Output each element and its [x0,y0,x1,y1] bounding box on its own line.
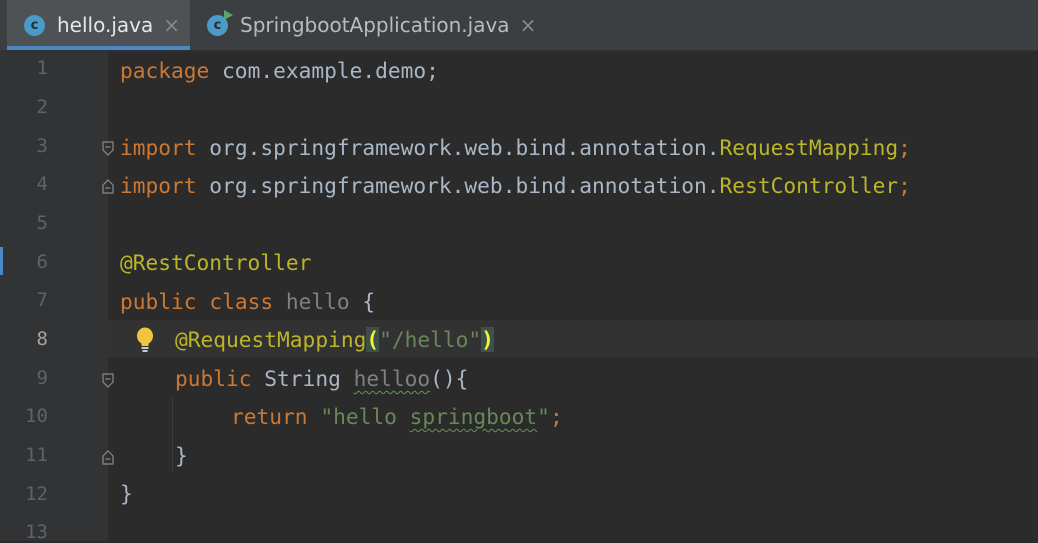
line-number: 13 [25,521,48,543]
line-number: 11 [25,444,48,466]
tab-hello-java[interactable]: c hello.java × [7,0,190,50]
line-number: 6 [36,251,48,273]
paren-match: ) [481,327,494,352]
line-number: 10 [25,405,48,427]
paren-match: ( [366,327,380,352]
code-line-11[interactable]: } [175,437,188,475]
close-brace: } [120,481,133,506]
keyword: public [120,289,197,314]
close-icon[interactable]: × [520,13,537,37]
keyword: return [231,404,308,429]
run-badge-icon [224,9,233,20]
lightbulb-icon[interactable] [134,327,156,353]
string-literal: "hello [320,404,410,429]
import-package: org.springframework.web.bind.annotation. [196,173,720,198]
code-line-4[interactable]: import org.springframework.web.bind.anno… [120,167,911,205]
string-literal-typo: springboot [409,404,538,429]
import-class: RequestMapping [719,135,899,160]
tab-label: SpringbootApplication.java [240,13,510,37]
annotation: @RestController [120,250,312,275]
fold-end-icon[interactable] [101,179,115,194]
package-name: com.example.demo; [209,58,439,83]
class-name: hello [285,289,350,314]
line-number: 4 [36,173,48,195]
semicolon: ; [898,135,911,160]
code-line-3[interactable]: import org.springframework.web.bind.anno… [120,129,911,167]
line-number-gutter[interactable]: 1 2 3 4 5 6 7 8 9 10 11 12 13 [0,51,108,543]
code-line-7[interactable]: public class hello { [120,283,375,321]
return-type: String [251,366,354,391]
fold-end-icon[interactable] [101,450,115,465]
code-line-6[interactable]: @RestController [120,244,311,282]
code-editor[interactable]: package com.example.demo; import org.spr… [102,51,1038,541]
line-number: 1 [36,57,48,79]
annotation: @RequestMapping [175,327,367,352]
line-number: 12 [25,483,48,505]
editor-tab-bar: c hello.java × c SpringbootApplication.j… [0,0,1038,51]
keyword: package [120,58,210,83]
line-number: 7 [36,289,48,311]
keyword: public [175,366,252,391]
code-line-8[interactable]: @RequestMapping("/hello") [175,321,494,359]
line-number: 5 [36,212,48,234]
tab-springboot-application[interactable]: c SpringbootApplication.java × [190,0,550,50]
semicolon: ; [898,173,911,198]
string-literal: " [537,404,550,429]
keyword: class [209,289,274,314]
code-line-10[interactable]: return "hello springboot"; [231,398,563,436]
import-package: org.springframework.web.bind.annotation. [196,135,720,160]
semicolon: ; [549,404,563,429]
tab-label: hello.java [57,13,154,37]
line-number: 2 [36,96,48,118]
import-class: RestController [719,173,899,198]
fold-collapse-icon[interactable] [101,373,115,388]
fold-collapse-icon[interactable] [101,141,115,156]
code-line-12[interactable]: } [120,475,133,513]
java-class-icon: c [24,14,45,36]
code-line-9[interactable]: public String helloo(){ [175,360,468,398]
close-icon[interactable]: × [163,13,180,37]
code-line-1[interactable]: package com.example.demo; [120,52,439,90]
method-name: helloo [353,366,431,391]
line-number: 3 [36,135,48,157]
string-literal: "/hello" [379,327,482,352]
keyword: import [120,135,197,160]
keyword: import [120,173,197,198]
close-brace: } [175,443,188,468]
line-number-current: 8 [36,328,48,350]
method-signature: (){ [430,366,469,391]
open-brace: { [349,289,376,314]
line-number: 9 [36,367,48,389]
indent-guide [172,396,173,473]
java-run-class-icon: c [207,9,233,36]
